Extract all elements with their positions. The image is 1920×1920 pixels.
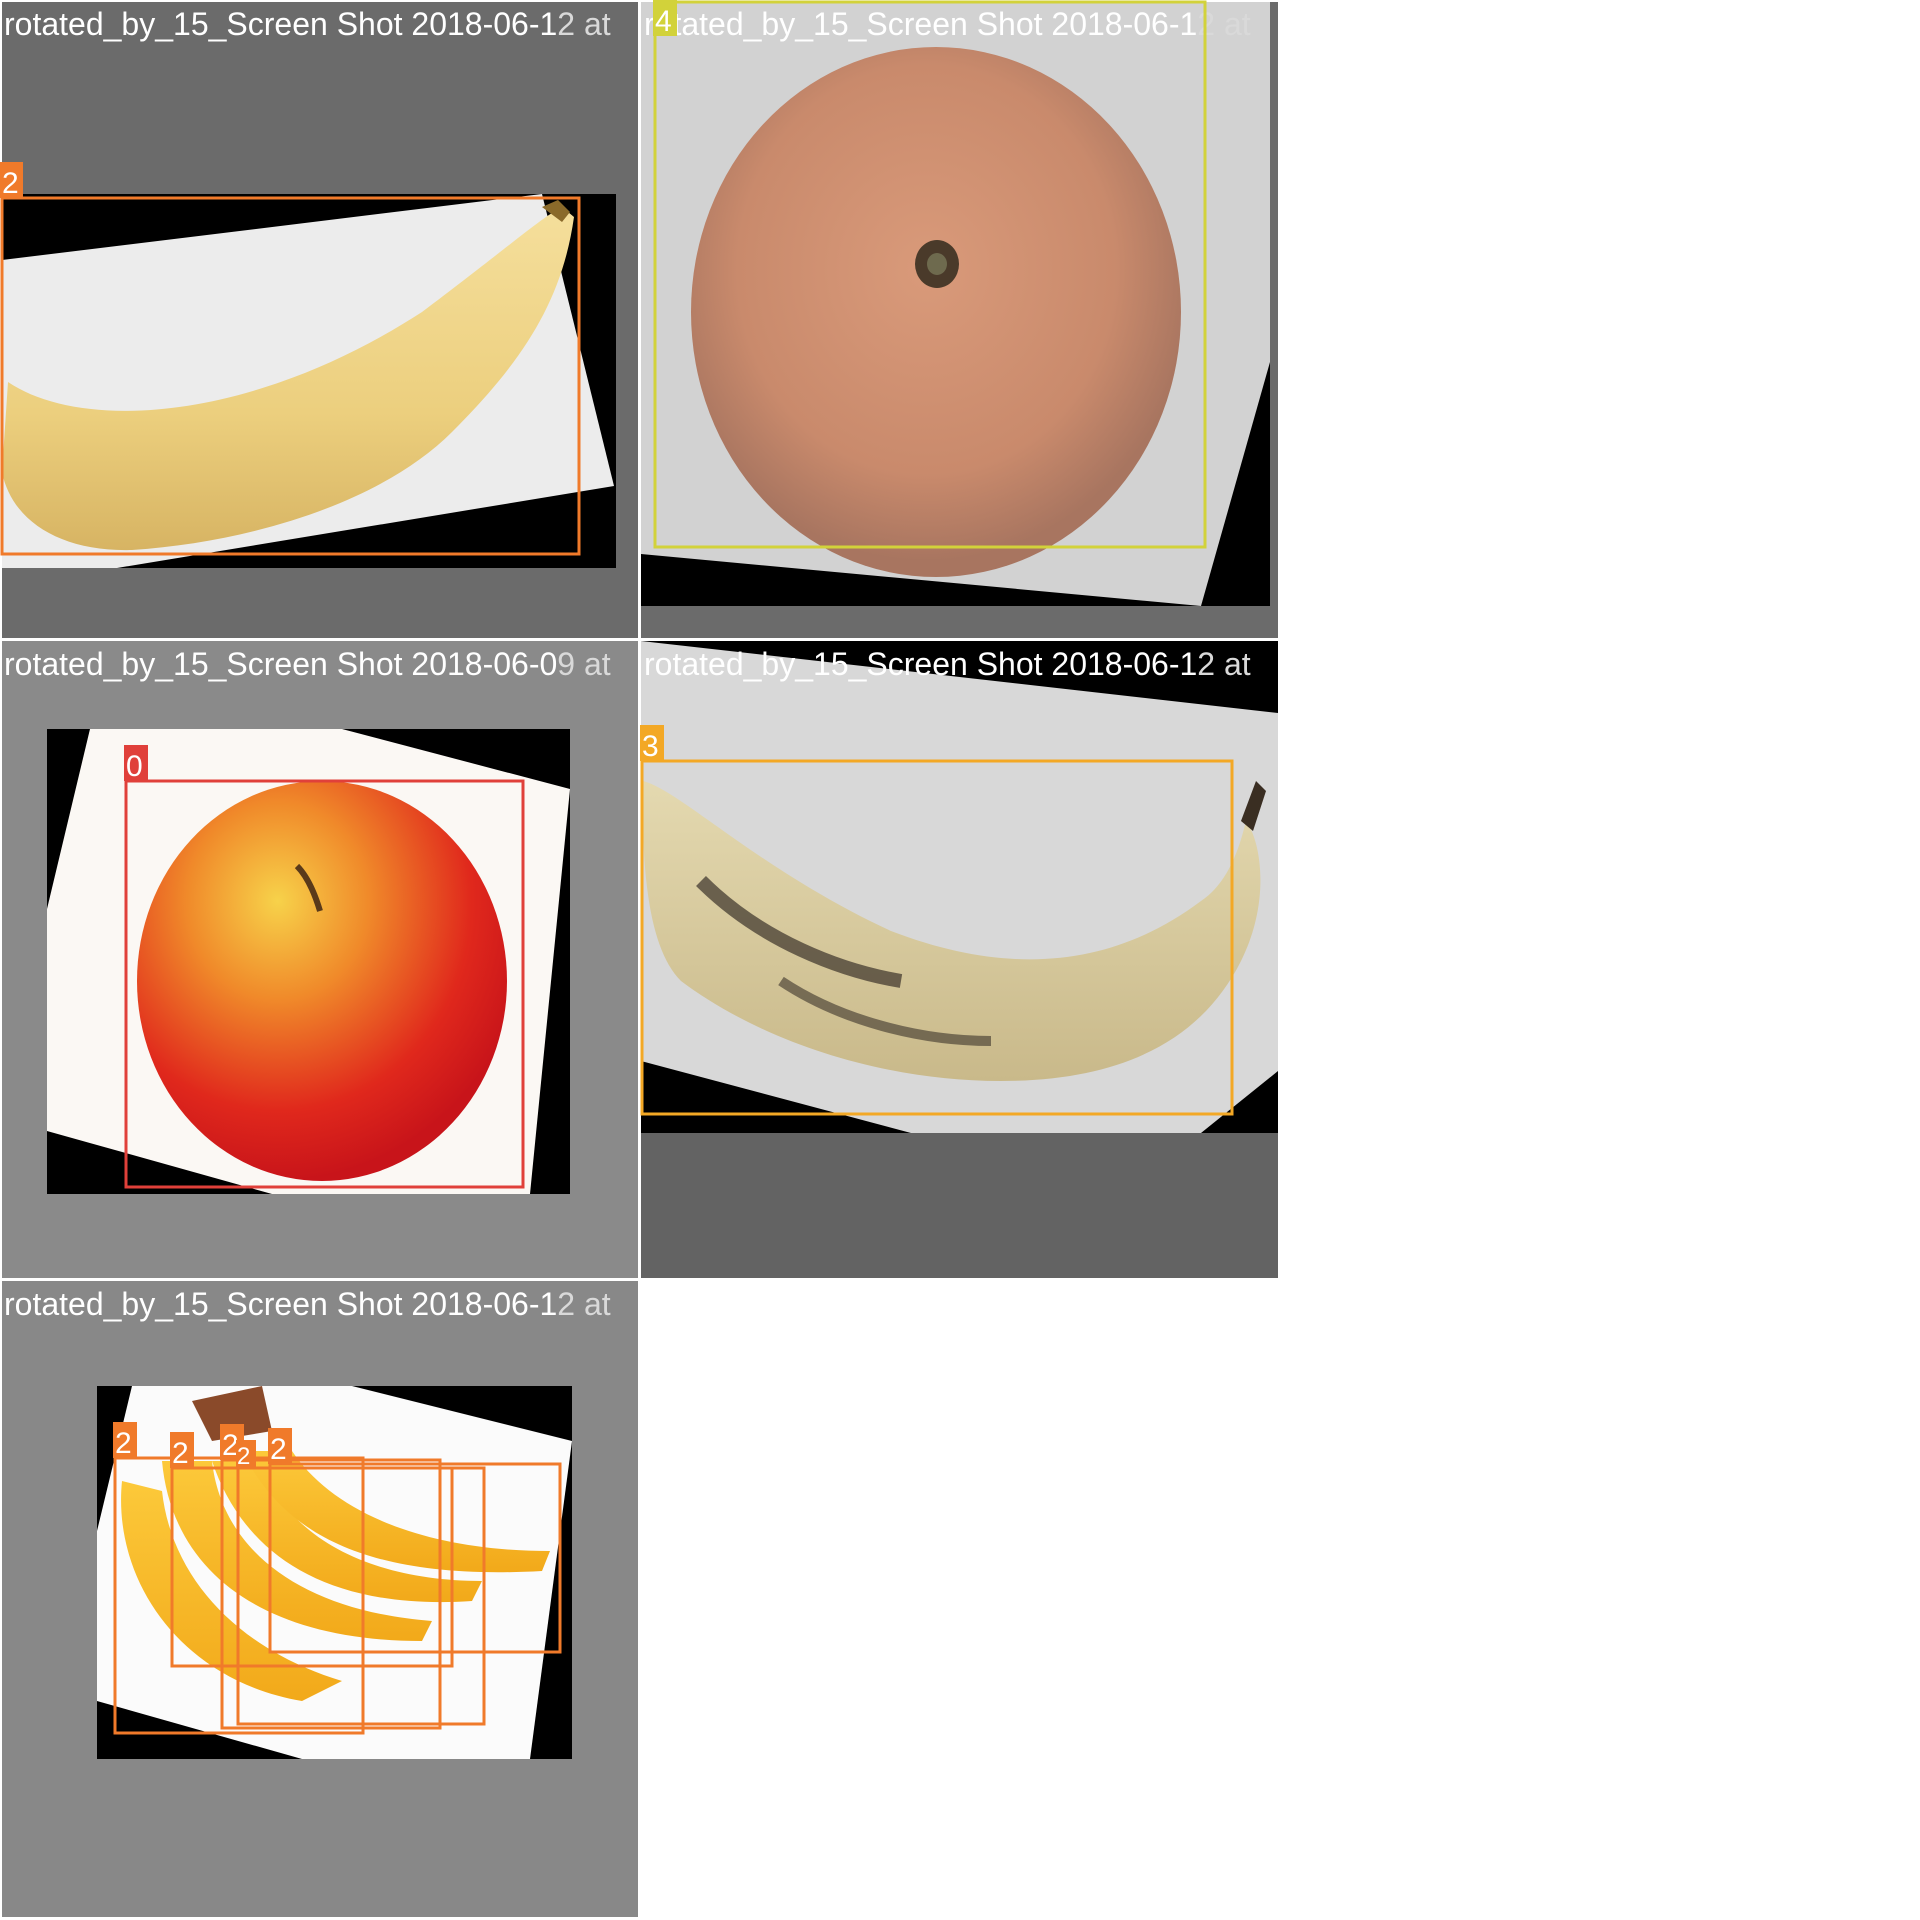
bbox-label: 2 — [115, 1427, 132, 1460]
bbox-class-2: 2 — [220, 1424, 442, 1730]
bbox-label: 2 — [2, 167, 19, 200]
bbox-class-2: 2 — [0, 162, 581, 556]
bbox-label: 2 — [237, 1443, 250, 1470]
bbox-label: 3 — [642, 730, 659, 763]
bbox-class-0: 0 — [124, 745, 525, 1189]
bbox-class-2: 2 — [268, 1428, 562, 1654]
bbox-label: 0 — [126, 750, 143, 783]
bbox-class-4: 4 — [653, 0, 1207, 549]
bbox-label: 2 — [270, 1433, 287, 1466]
bbox-label: 4 — [655, 5, 672, 38]
bbox-class-2: 2 — [236, 1440, 486, 1726]
annotation-overlay: 2 4 0 3 2 2 2 2 2 — [0, 0, 1234, 1735]
bbox-class-3: 3 — [640, 725, 1234, 1116]
bbox-label: 2 — [172, 1437, 189, 1470]
